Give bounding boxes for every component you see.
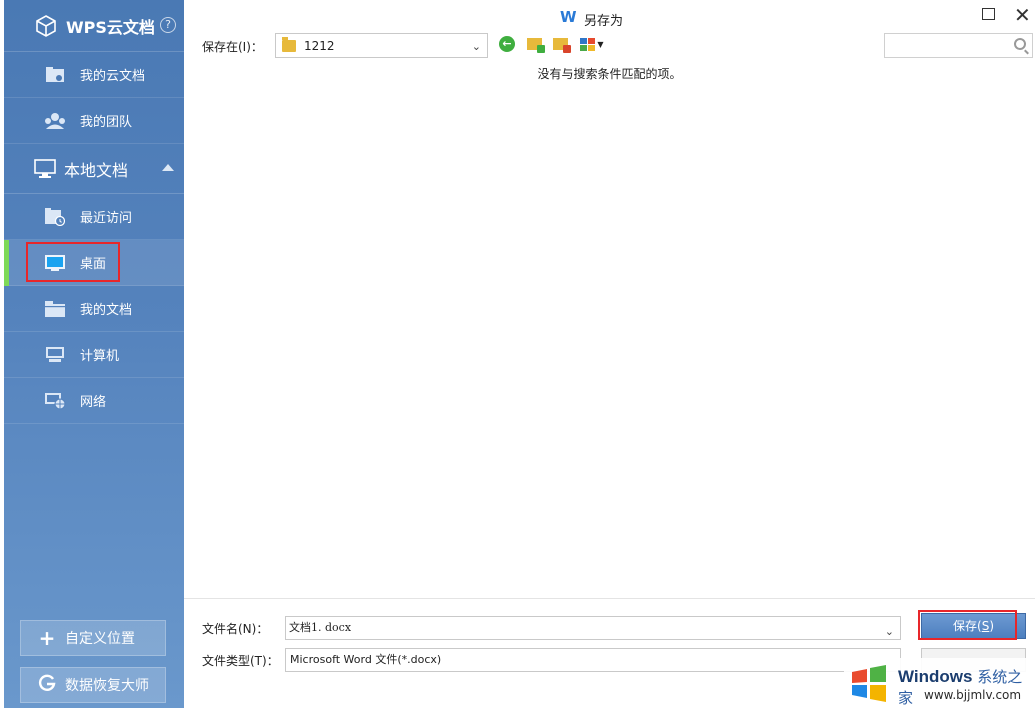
save-location-dropdown[interactable]: 1212 ⌄ bbox=[275, 33, 488, 58]
sidebar-item-computer[interactable]: 计算机 bbox=[4, 332, 184, 378]
maximize-icon[interactable] bbox=[982, 8, 995, 20]
search-icon bbox=[1014, 38, 1026, 50]
new-folder-icon bbox=[552, 38, 571, 53]
save-in-label: 保存在(I)： bbox=[202, 40, 263, 54]
filename-field[interactable]: 文档1. docx ⌄ bbox=[285, 616, 901, 640]
file-list-area[interactable]: 没有与搜索条件匹配的项。 bbox=[184, 60, 1035, 598]
sidebar-item-label: 计算机 bbox=[80, 349, 120, 364]
custom-location-label: 自定义位置 bbox=[65, 631, 135, 647]
local-docs-section-label: 本地文档 bbox=[64, 160, 129, 180]
recent-folder-icon bbox=[44, 207, 66, 226]
folder-icon bbox=[282, 36, 296, 52]
highlight-box-desktop bbox=[26, 242, 120, 282]
cube-icon bbox=[36, 14, 56, 37]
sidebar-item-label: 最近访问 bbox=[80, 211, 133, 226]
close-icon[interactable]: ✕ bbox=[1014, 3, 1031, 27]
sidebar-item-network[interactable]: 网络 bbox=[4, 378, 184, 424]
recovery-g-icon bbox=[37, 673, 57, 697]
sidebar-header[interactable]: WPS云文档 ? bbox=[4, 0, 184, 52]
watermark-url: www.bjjmlv.com bbox=[924, 688, 1022, 702]
back-arrow-icon: ← bbox=[499, 36, 515, 52]
network-icon bbox=[44, 392, 66, 410]
local-docs-section[interactable]: 本地文档 bbox=[4, 144, 184, 194]
collapse-caret-icon[interactable] bbox=[162, 164, 174, 171]
dialog-title: 另存为 bbox=[584, 14, 624, 29]
save-location-value: 1212 bbox=[304, 38, 335, 53]
watermark-title-en: Windows bbox=[898, 667, 973, 686]
filename-value: 文档1. docx bbox=[289, 621, 352, 634]
sidebar-item-label: 我的云文档 bbox=[80, 69, 146, 84]
sidebar-item-my-cloud-docs[interactable]: 我的云文档 bbox=[4, 52, 184, 98]
cloud-doc-icon bbox=[44, 66, 66, 84]
view-menu-button[interactable]: ▼ bbox=[578, 34, 606, 54]
watermark: Windows 系统之家 www.bjjmlv.com bbox=[844, 658, 1035, 708]
wps-writer-logo-icon: W bbox=[560, 8, 577, 26]
sidebar-item-label: 我的团队 bbox=[80, 115, 133, 130]
filetype-dropdown[interactable]: Microsoft Word 文件(*.docx) bbox=[285, 648, 901, 672]
chevron-down-icon: ⌄ bbox=[471, 40, 481, 53]
data-recovery-button[interactable]: 数据恢复大师 bbox=[20, 667, 166, 703]
back-button[interactable]: ← bbox=[497, 34, 517, 54]
view-grid-icon bbox=[580, 37, 596, 51]
filename-label: 文件名(N)： bbox=[202, 622, 269, 636]
monitor-icon bbox=[34, 158, 56, 178]
sidebar-item-my-team[interactable]: 我的团队 bbox=[4, 98, 184, 144]
sidebar-item-label: 网络 bbox=[80, 395, 107, 410]
plus-icon: + bbox=[38, 626, 56, 650]
sidebar-item-my-documents[interactable]: 我的文档 bbox=[4, 286, 184, 332]
team-icon bbox=[44, 112, 66, 130]
windows-logo-icon bbox=[852, 665, 886, 702]
help-icon[interactable]: ? bbox=[160, 17, 176, 33]
title-bar: W 另存为 ✕ bbox=[184, 0, 1035, 32]
filetype-value: Microsoft Word 文件(*.docx) bbox=[290, 653, 442, 666]
chevron-down-icon[interactable]: ⌄ bbox=[885, 621, 894, 643]
filetype-label: 文件类型(T)： bbox=[202, 654, 279, 668]
documents-folder-icon bbox=[44, 300, 66, 318]
data-recovery-label: 数据恢复大师 bbox=[65, 678, 149, 694]
save-as-dialog: W 另存为 ✕ 保存在(I)： 1212 ⌄ ← ▼ 没有与搜索条件匹配的项。 bbox=[184, 0, 1035, 708]
sidebar-item-recent[interactable]: 最近访问 bbox=[4, 194, 184, 240]
toolbar: 保存在(I)： 1212 ⌄ ← ▼ bbox=[184, 32, 1035, 60]
sidebar-item-label: 我的文档 bbox=[80, 303, 133, 318]
computer-icon bbox=[44, 346, 66, 364]
up-folder-button[interactable] bbox=[524, 34, 545, 54]
new-folder-button[interactable] bbox=[550, 34, 571, 54]
empty-result-message: 没有与搜索条件匹配的项。 bbox=[537, 67, 682, 81]
highlight-box-save bbox=[918, 610, 1017, 640]
search-input[interactable] bbox=[884, 33, 1033, 58]
sidebar-header-title: WPS云文档 bbox=[66, 17, 155, 37]
sidebar: WPS云文档 ? 我的云文档 我的团队 本地文档 最近访问 桌面 我的文档 计算… bbox=[4, 0, 184, 708]
custom-location-button[interactable]: + 自定义位置 bbox=[20, 620, 166, 656]
dropdown-arrow-icon: ▼ bbox=[597, 39, 604, 49]
up-folder-icon bbox=[526, 38, 545, 53]
